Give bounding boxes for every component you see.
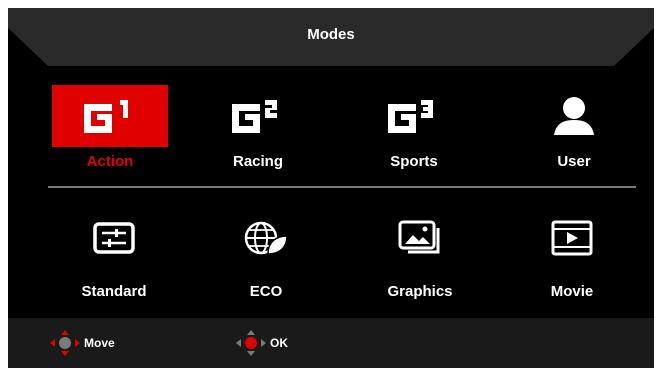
image-stack-icon [362, 215, 478, 261]
film-play-icon [514, 215, 630, 261]
mode-tile-sports[interactable]: Sports [356, 85, 472, 175]
mode-label: ECO [249, 283, 283, 300]
mode-label: Sports [390, 153, 438, 170]
globe-leaf-icon [208, 215, 324, 261]
move-hint-label: Move [84, 336, 115, 350]
mode-label: Graphics [387, 283, 453, 300]
mode-tile-racing[interactable]: Racing [200, 85, 316, 175]
g2-icon [200, 85, 316, 147]
mode-tile-graphics[interactable]: Graphics [362, 215, 478, 305]
dpad-center-icon [236, 330, 266, 356]
osd-menu: Modes Action Racing Sports User Standard… [8, 8, 654, 368]
mode-tile-user[interactable]: User [516, 85, 632, 175]
mode-label: Racing [232, 153, 283, 170]
g3-icon [356, 85, 472, 147]
mode-tile-eco[interactable]: ECO [208, 215, 324, 305]
dpad-all-directions-icon [50, 330, 80, 356]
mode-label: Action [86, 153, 134, 170]
ok-hint: OK [236, 330, 288, 356]
mode-tile-standard[interactable]: Standard [56, 215, 172, 305]
user-icon [516, 85, 632, 147]
mode-label: Movie [550, 283, 594, 300]
sliders-icon [56, 215, 172, 261]
move-hint: Move [50, 330, 115, 356]
menu-header: Modes [8, 8, 654, 69]
mode-tile-movie[interactable]: Movie [514, 215, 630, 305]
ok-hint-label: OK [270, 336, 288, 350]
mode-tile-action[interactable]: Action [52, 85, 168, 175]
mode-label: User [557, 153, 591, 170]
g1-icon [52, 85, 168, 147]
footer-hints: Move OK [8, 318, 654, 368]
row-divider [48, 186, 636, 188]
page-title: Modes [307, 26, 355, 43]
mode-label: Standard [81, 283, 147, 300]
